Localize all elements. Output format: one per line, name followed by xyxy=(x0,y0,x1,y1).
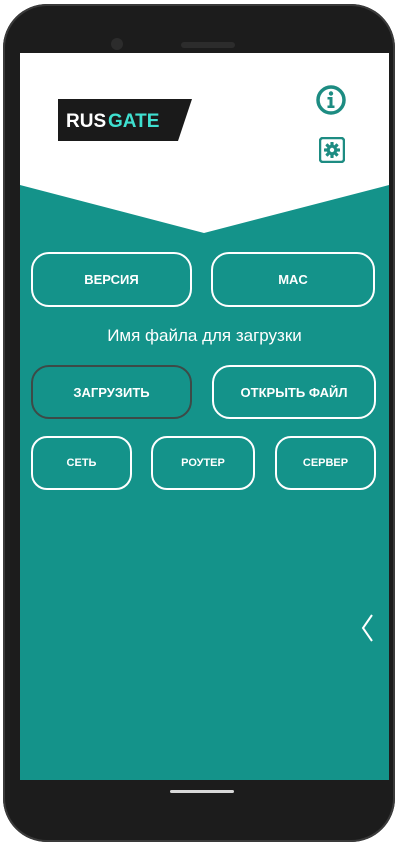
system-nav-bar xyxy=(20,780,389,816)
router-button[interactable]: РОУТЕР xyxy=(151,436,255,490)
upload-button[interactable]: ЗАГРУЗИТЬ xyxy=(31,365,192,419)
version-button[interactable]: ВЕРСИЯ xyxy=(31,252,192,307)
logo-text-rus: RUS xyxy=(66,111,106,132)
file-name-label: Имя файла для загрузки xyxy=(107,326,302,345)
rusgate-logo: RUS GATE xyxy=(58,99,192,141)
front-camera xyxy=(111,38,123,50)
earpiece-speaker xyxy=(181,42,235,48)
open-file-button[interactable]: ОТКРЫТЬ ФАЙЛ xyxy=(212,365,376,419)
app-screen: RUS GATE ВЕРСИЯ MAC Имя файла для загруз… xyxy=(20,53,389,780)
network-button[interactable]: СЕТЬ xyxy=(31,436,132,490)
logo-text-gate: GATE xyxy=(108,111,159,132)
mac-button[interactable]: MAC xyxy=(211,252,375,307)
info-icon[interactable] xyxy=(316,85,346,115)
server-button[interactable]: СЕРВЕР xyxy=(275,436,376,490)
chevron-left-icon[interactable] xyxy=(360,613,376,643)
gear-icon[interactable] xyxy=(319,137,345,163)
home-indicator[interactable] xyxy=(170,790,234,793)
